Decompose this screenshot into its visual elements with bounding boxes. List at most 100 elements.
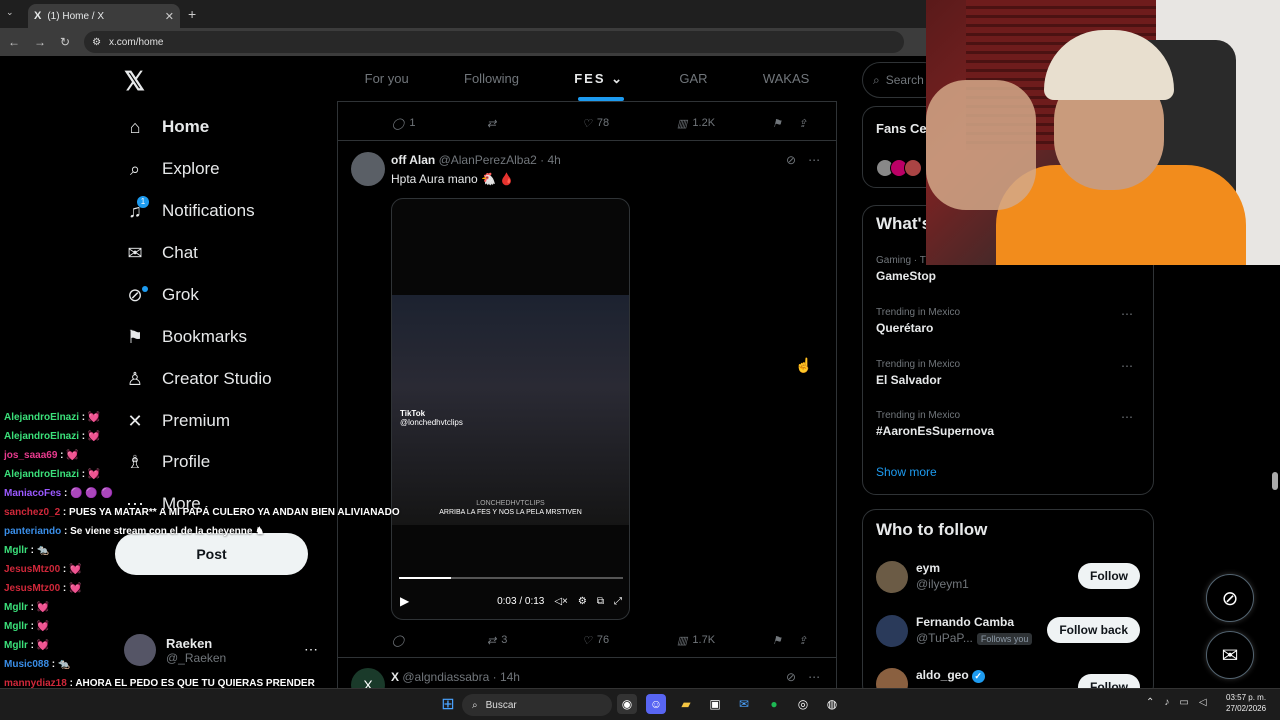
taskbar-search[interactable]: ⌕ Buscar [462, 694, 612, 716]
mail-app-icon[interactable]: ✉ [734, 694, 754, 714]
reply-button[interactable]: ◯ 1 [392, 117, 487, 130]
follow-suggestion[interactable]: aldo_geo ✓ Follow [876, 668, 1140, 688]
pip-icon[interactable]: ⧉ [597, 596, 604, 607]
grok-icon[interactable]: ⊘ [786, 153, 796, 167]
tab-label: FES [574, 70, 606, 86]
grok-icon[interactable]: ⊘ [786, 670, 796, 684]
trend-item[interactable]: Trending in Mexico Querétaro ⋯ [876, 307, 1141, 335]
nav-home[interactable]: ⌂ Home [124, 112, 210, 142]
avatar[interactable] [351, 152, 385, 186]
more-icon[interactable]: ⋯ [1121, 410, 1133, 424]
tab-fes[interactable]: FES ⌄ [574, 71, 624, 87]
messages-floating-button[interactable]: ✉ [1206, 631, 1254, 679]
chat-separator: : [60, 507, 70, 518]
show-more-link[interactable]: Show more [876, 465, 937, 479]
chevron-up-icon[interactable]: ⌃ [1146, 697, 1154, 708]
follow-back-button[interactable]: Follow back [1047, 617, 1140, 643]
back-icon[interactable]: ← [8, 35, 20, 49]
like-button[interactable]: ♡ 76 [582, 634, 677, 647]
nav-label: Home [162, 117, 210, 136]
discord-icon[interactable]: ☺ [646, 694, 666, 714]
repost-button[interactable]: ⇄ 3 [487, 634, 582, 647]
share-button[interactable]: ⇪ [798, 634, 807, 647]
separator: · [540, 153, 545, 167]
taskbar-search-label: Buscar [485, 699, 517, 711]
page-scrollbar[interactable] [1272, 472, 1278, 490]
repost-button[interactable]: ⇄ [487, 117, 582, 130]
forward-icon[interactable]: → [34, 35, 46, 49]
follow-suggestion[interactable]: eym @ilyeym1 Follow [876, 561, 1140, 597]
views-button[interactable]: ▥ 1.7K [677, 634, 772, 647]
chat-message: JesusMtz00 : 💓 [4, 560, 404, 579]
reload-icon[interactable]: ↻ [60, 35, 70, 49]
video-progress-bar[interactable] [399, 577, 623, 579]
grok-floating-button[interactable]: ⊘ [1206, 574, 1254, 622]
tab-gar[interactable]: GAR [679, 71, 707, 86]
follows-you-badge: Follows you [976, 633, 1033, 645]
share-icon: ⇪ [798, 117, 808, 130]
mail-icon: ✉ [127, 242, 143, 263]
folder-icon[interactable]: ▰ [676, 694, 696, 714]
tweet-time[interactable]: 14h [500, 670, 520, 684]
who-to-follow-heading: Who to follow [876, 520, 988, 539]
trend-meta: Trending in Mexico [876, 410, 961, 421]
site-info-icon[interactable]: ⚙ [92, 37, 101, 48]
obs-icon[interactable]: ◍ [822, 694, 842, 714]
close-icon[interactable]: ✕ [165, 10, 174, 23]
microphone-icon[interactable]: ♪ [1164, 697, 1169, 708]
tab-for-you[interactable]: For you [365, 71, 409, 86]
address-bar[interactable]: ⚙ x.com/home [84, 31, 905, 53]
tab-search-icon[interactable]: ⌄ [6, 7, 14, 18]
fullscreen-icon[interactable]: ⤢ [614, 596, 622, 607]
chat-username: jos_saaa69 [4, 450, 58, 461]
webcam-overlay [926, 0, 1280, 265]
more-icon[interactable]: ⋯ [808, 153, 820, 167]
nav-creator-studio[interactable]: ♙ Creator Studio [124, 364, 272, 394]
settings-icon[interactable]: ⚙ [578, 596, 587, 607]
x-logo-icon[interactable]: 𝕏 [124, 66, 145, 97]
chat-message: sanchez0_2 : PUES YA MATAR** A MI PAPÁ C… [4, 503, 404, 522]
volume-icon[interactable]: ◁ [1199, 697, 1207, 708]
new-tab-button[interactable]: + [188, 6, 196, 22]
share-button[interactable]: ⇪ [798, 117, 807, 130]
nav-grok[interactable]: ⊘ Grok [124, 280, 198, 310]
trend-name: #AaronEsSupernova [876, 424, 995, 438]
store-icon[interactable]: ▣ [705, 694, 725, 714]
app-icon[interactable]: ◎ [793, 694, 813, 714]
chat-message: Mgllr : 💓 [4, 598, 404, 617]
reply-button[interactable]: ◯ [392, 634, 487, 647]
volume-icon[interactable]: ◁× [554, 596, 568, 607]
nav-bookmarks[interactable]: ⚑ Bookmarks [124, 322, 247, 352]
suggestion-name-row: aldo_geo ✓ [916, 668, 985, 683]
author-name[interactable]: off Alan [391, 153, 435, 167]
tweet-time[interactable]: 4h [548, 153, 561, 167]
follow-button[interactable]: Follow [1078, 563, 1140, 589]
trend-item[interactable]: Trending in Mexico #AaronEsSupernova ⋯ [876, 410, 1141, 438]
windows-start-icon[interactable]: ⊞ [438, 694, 458, 714]
browser-tab[interactable]: X (1) Home / X ✕ [28, 4, 180, 28]
views-button[interactable]: ▥ 1.2K [677, 117, 772, 130]
taskbar-clock[interactable]: 03:57 p. m. 27/02/2026 [1226, 692, 1266, 714]
more-icon[interactable]: ⋯ [1121, 359, 1133, 373]
author-handle[interactable]: @AlanPerezAlba2 [439, 153, 537, 167]
chat-text: 💓 [36, 640, 50, 651]
network-icon[interactable]: ▭ [1179, 697, 1188, 708]
video-time: 0:03 / 0:13 [497, 595, 545, 607]
nav-chat[interactable]: ✉ Chat [124, 238, 197, 268]
more-icon[interactable]: ⋯ [808, 670, 820, 684]
bookmark-button[interactable]: ⚑ [772, 117, 798, 130]
tab-wakas[interactable]: WAKAS [763, 71, 809, 86]
video-player[interactable]: TikTok @lonchedhvtclips LONCHEDHVTCLIPS … [391, 198, 630, 620]
author-handle[interactable]: @algndiassabra [402, 670, 489, 684]
like-button[interactable]: ♡ 78 [582, 117, 677, 130]
follow-suggestion[interactable]: Fernando Camba @TuPaP... Follows you Foll… [876, 615, 1140, 651]
bookmark-button[interactable]: ⚑ [772, 634, 798, 647]
video-watermark: LONCHEDHVTCLIPS [476, 500, 545, 507]
spotify-icon[interactable]: ● [764, 694, 784, 714]
more-icon[interactable]: ⋯ [1121, 307, 1133, 321]
follow-button[interactable]: Follow [1078, 674, 1140, 688]
tab-following[interactable]: Following [464, 71, 519, 86]
trend-item[interactable]: Trending in Mexico El Salvador ⋯ [876, 359, 1141, 387]
nav-explore[interactable]: ⌕ Explore [124, 154, 220, 184]
chrome-icon[interactable]: ◉ [617, 694, 637, 714]
